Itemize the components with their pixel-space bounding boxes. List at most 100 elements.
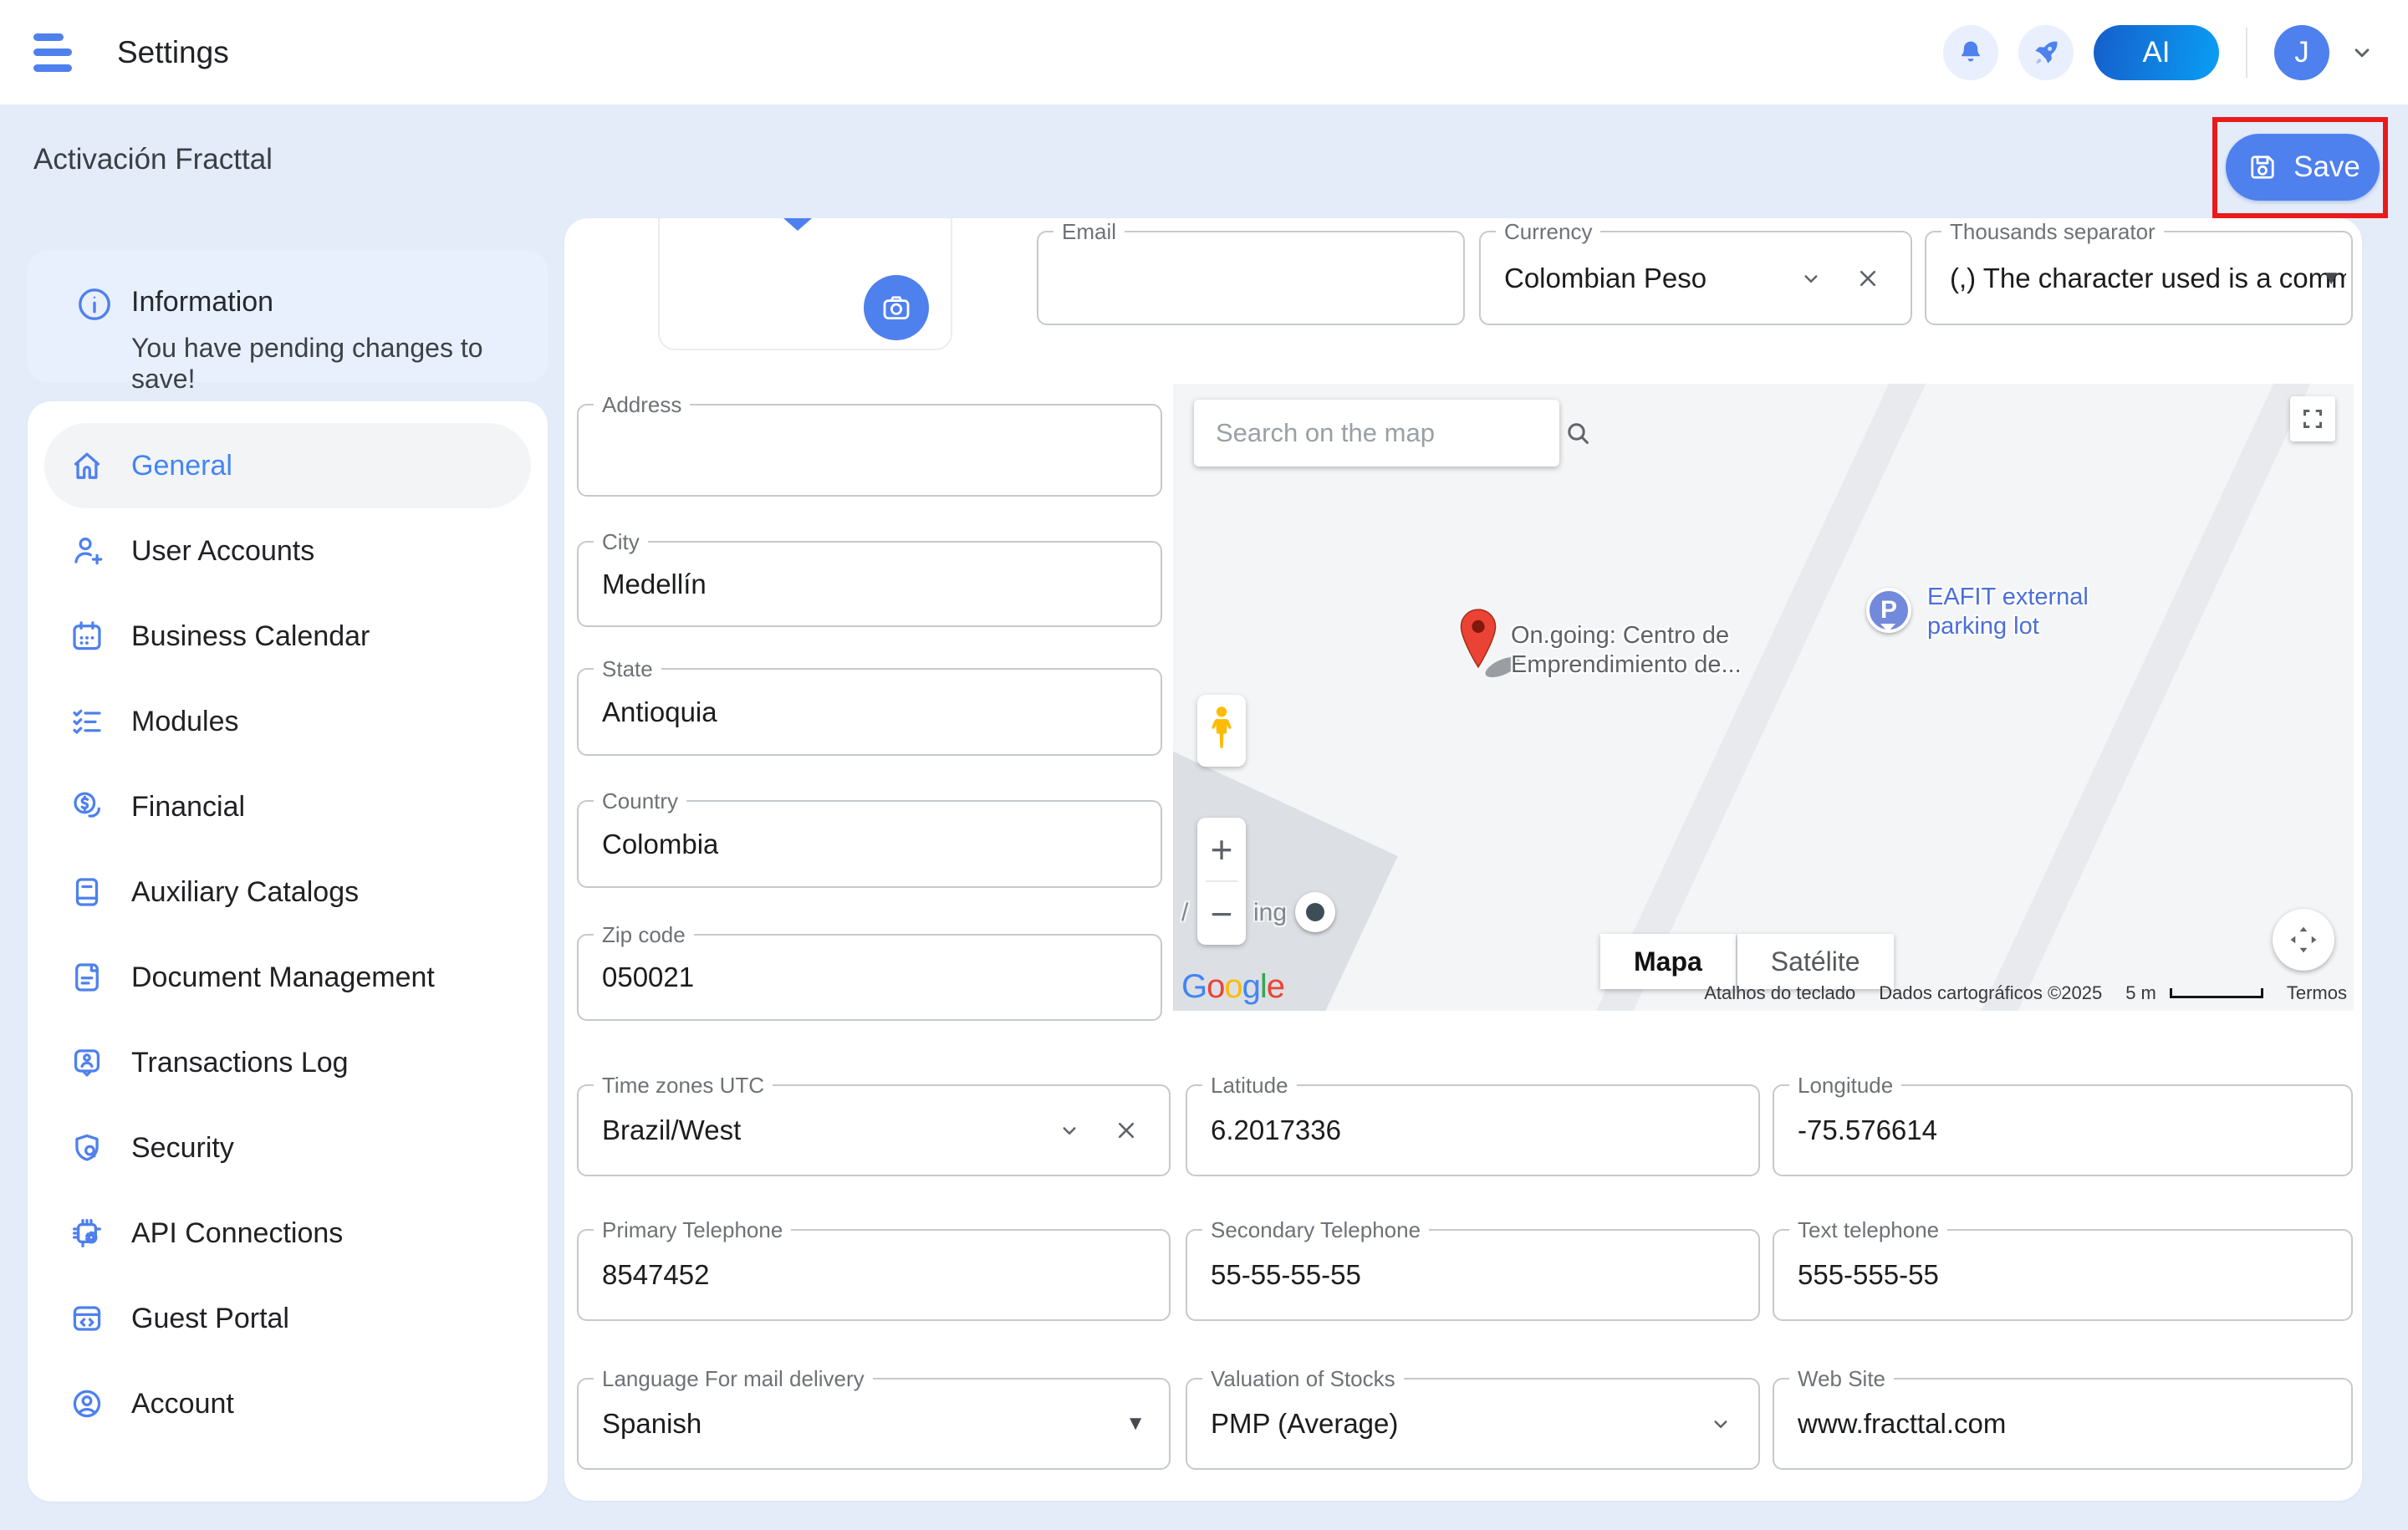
sidebar-item-guest-portal[interactable]: Guest Portal (44, 1276, 531, 1361)
camera-button[interactable] (864, 275, 929, 340)
document-icon (68, 958, 106, 997)
sidebar-item-label: User Accounts (131, 535, 314, 568)
top-bar: Settings AI J (0, 0, 2408, 105)
city-field[interactable]: City Medellín (577, 541, 1162, 627)
terms-link[interactable]: Termos (2287, 982, 2347, 1004)
field-label: Text telephone (1789, 1217, 1947, 1243)
map-dot-marker[interactable] (1295, 892, 1335, 932)
website-field[interactable]: Web Site www.fracttal.com (1773, 1378, 2353, 1470)
field-value: Colombia (602, 829, 718, 860)
search-icon[interactable] (1563, 418, 1593, 448)
chevron-down-icon[interactable] (1798, 266, 1824, 291)
chevron-down-icon[interactable] (1708, 1411, 1733, 1436)
chevron-down-icon[interactable] (1057, 1118, 1082, 1143)
language-field[interactable]: Language For mail delivery Spanish ▼ (577, 1378, 1171, 1470)
country-field[interactable]: Country Colombia (577, 800, 1162, 888)
breadcrumb-title: Activación Fracttal (33, 143, 273, 176)
sidebar-item-transactions-log[interactable]: Transactions Log (44, 1020, 531, 1105)
field-value: 55-55-55-55 (1211, 1259, 1361, 1291)
text-telephone-field[interactable]: Text telephone 555-555-55 (1773, 1229, 2353, 1321)
email-field[interactable]: Email (1037, 231, 1465, 325)
portal-window-icon (68, 1299, 106, 1338)
field-value: Spanish (602, 1408, 701, 1440)
map-type-satellite-button[interactable]: Satélite (1737, 934, 1894, 989)
field-label: Secondary Telephone (1202, 1217, 1429, 1243)
pegman-control[interactable] (1197, 695, 1246, 767)
parking-marker[interactable]: P (1866, 588, 1911, 633)
sidebar-item-account[interactable]: Account (44, 1361, 531, 1446)
account-menu-button[interactable] (2349, 40, 2375, 65)
zoom-in-button[interactable]: + (1197, 818, 1246, 880)
menu-button[interactable] (33, 33, 82, 72)
sidebar-item-api-connections[interactable]: API Connections (44, 1191, 531, 1276)
latitude-field[interactable]: Latitude 6.2017336 (1186, 1084, 1760, 1176)
info-icon (74, 284, 115, 324)
sidebar-item-modules[interactable]: Modules (44, 679, 531, 764)
sidebar-item-business-calendar[interactable]: Business Calendar (44, 594, 531, 679)
map-type-map-button[interactable]: Mapa (1600, 934, 1736, 989)
bell-icon (1956, 38, 1986, 68)
logo-image (783, 218, 812, 231)
map-search-input[interactable] (1194, 418, 1563, 448)
field-label: City (594, 529, 648, 555)
clear-icon[interactable] (1112, 1116, 1140, 1145)
valuation-of-stocks-field[interactable]: Valuation of Stocks PMP (Average) (1186, 1378, 1760, 1470)
whats-new-button[interactable] (2018, 25, 2074, 80)
field-value: (,) The character used is a comma (1950, 263, 2346, 294)
pan-control[interactable] (2273, 909, 2334, 971)
fullscreen-button[interactable] (2290, 396, 2335, 441)
red-map-pin[interactable] (1457, 608, 1499, 670)
google-logo[interactable]: Google (1181, 968, 1284, 1006)
timezone-field[interactable]: Time zones UTC Brazil/West (577, 1084, 1171, 1176)
sidebar-item-financial[interactable]: Financial (44, 764, 531, 849)
user-plus-icon (68, 532, 106, 570)
marker-label-ongoing: On.going: Centro de Emprendimiento de... (1511, 621, 1742, 680)
clear-icon[interactable] (1854, 264, 1882, 293)
camera-icon (879, 290, 914, 325)
ai-button[interactable]: AI (2094, 25, 2219, 80)
sidebar-item-label: Auxiliary Catalogs (131, 876, 359, 909)
sidebar-item-label: Financial (131, 791, 245, 824)
zoom-out-button[interactable]: − (1197, 882, 1246, 945)
field-value: -75.576614 (1798, 1114, 1937, 1146)
marker-label-parking: EAFIT external parking lot (1927, 583, 2089, 641)
sidebar-item-security[interactable]: Security (44, 1105, 531, 1191)
sidebar-item-general[interactable]: General (44, 423, 531, 508)
top-bar-actions: AI J (1943, 25, 2375, 80)
logo-upload[interactable] (658, 218, 952, 350)
avatar[interactable]: J (2274, 25, 2329, 80)
dollar-coin-icon (68, 788, 106, 826)
map[interactable]: + − / ing On.going: Centro de Emprendimi… (1173, 384, 2354, 1011)
dropdown-arrow-icon[interactable]: ▼ (2321, 267, 2341, 290)
sidebar-item-label: Business Calendar (131, 620, 370, 653)
notifications-button[interactable] (1943, 25, 1998, 80)
rocket-icon (2030, 37, 2062, 69)
sidebar-item-auxiliary-catalogs[interactable]: Auxiliary Catalogs (44, 849, 531, 935)
settings-form-card: Email Currency Colombian Peso Thousands … (564, 218, 2362, 1501)
zip-code-field[interactable]: Zip code 050021 (577, 934, 1162, 1021)
field-label: Latitude (1202, 1073, 1297, 1099)
sidebar-item-label: General (131, 450, 232, 482)
primary-telephone-field[interactable]: Primary Telephone 8547452 (577, 1229, 1171, 1321)
field-label: Email (1054, 219, 1125, 245)
field-value: 050021 (602, 961, 694, 993)
dropdown-arrow-icon[interactable]: ▼ (1125, 1412, 1145, 1436)
checklist-icon (68, 702, 106, 741)
address-field[interactable]: Address (577, 404, 1162, 497)
secondary-telephone-field[interactable]: Secondary Telephone 55-55-55-55 (1186, 1229, 1760, 1321)
field-value: PMP (Average) (1211, 1408, 1398, 1440)
sidebar-item-user-accounts[interactable]: User Accounts (44, 508, 531, 594)
sidebar-item-document-management[interactable]: Document Management (44, 935, 531, 1020)
keyboard-shortcuts-link[interactable]: Atalhos do teclado (1704, 982, 1855, 1004)
map-attribution: Atalhos do teclado Dados cartográficos ©… (1704, 982, 2347, 1004)
currency-field[interactable]: Currency Colombian Peso (1479, 231, 1912, 325)
thousands-separator-field[interactable]: Thousands separator (,) The character us… (1925, 231, 2353, 325)
field-value: 8547452 (602, 1259, 709, 1291)
save-button[interactable]: Save (2226, 134, 2380, 201)
state-field[interactable]: State Antioquia (577, 668, 1162, 756)
marker-label-line: EAFIT external (1927, 583, 2089, 612)
user-log-icon (68, 1043, 106, 1082)
catalog-book-icon (68, 873, 106, 911)
longitude-field[interactable]: Longitude -75.576614 (1773, 1084, 2353, 1176)
field-label: Longitude (1789, 1073, 1901, 1099)
